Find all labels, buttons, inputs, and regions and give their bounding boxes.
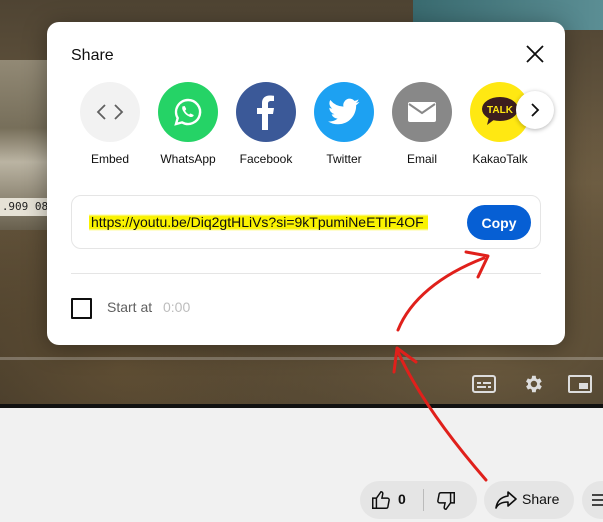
share-target-label: KakaoTalk	[472, 152, 528, 166]
thumbs-up-icon	[372, 491, 390, 509]
embed-circle	[80, 82, 140, 142]
twitter-icon	[328, 98, 360, 125]
whatsapp-icon	[174, 98, 202, 126]
kakaotalk-badge-text: TALK	[487, 105, 514, 116]
miniplayer-button[interactable]	[567, 372, 593, 396]
next-targets-button[interactable]	[516, 91, 554, 129]
twitter-circle	[314, 82, 374, 142]
settings-button[interactable]	[520, 372, 546, 396]
share-url-input[interactable]: https://youtu.be/Diq2gtHLiVs?si=9kTpumiN…	[89, 212, 428, 232]
divider	[71, 273, 541, 274]
like-count: 0	[398, 491, 406, 507]
like-dislike-group: 0	[360, 481, 477, 519]
email-circle	[392, 82, 452, 142]
share-target-twitter[interactable]: Twitter	[309, 82, 379, 166]
whatsapp-circle	[158, 82, 218, 142]
kakaotalk-icon: TALK	[482, 97, 518, 125]
like-button[interactable]	[370, 489, 392, 511]
share-button[interactable]: Share	[484, 481, 574, 519]
email-icon	[408, 102, 436, 122]
share-target-facebook[interactable]: Facebook	[231, 82, 301, 166]
dislike-button[interactable]	[435, 490, 457, 512]
more-actions-button[interactable]	[582, 481, 603, 519]
share-target-label: Twitter	[326, 152, 362, 166]
subtitles-icon	[472, 375, 496, 393]
share-target-whatsapp[interactable]: WhatsApp	[153, 82, 223, 166]
share-icon	[495, 491, 517, 509]
start-at-checkbox[interactable]	[71, 298, 92, 319]
license-plate: .909 08	[0, 198, 50, 216]
chevron-right-icon	[531, 103, 540, 117]
share-dialog: Share Embed WhatsApp Facebook Twitter Em…	[47, 22, 565, 345]
subtitles-button[interactable]	[471, 372, 497, 396]
close-icon	[526, 45, 544, 63]
dialog-title: Share	[71, 47, 114, 64]
pill-divider	[423, 489, 424, 511]
share-target-label: Email	[406, 152, 437, 166]
facebook-icon	[257, 95, 274, 130]
video-bottom-edge	[0, 404, 603, 408]
menu-icon	[592, 494, 603, 506]
start-at-time-input[interactable]: 0:00	[163, 299, 190, 315]
share-button-label: Share	[522, 491, 560, 507]
share-targets: Embed WhatsApp Facebook Twitter Email TA…	[75, 82, 545, 172]
embed-icon	[96, 104, 124, 120]
miniplayer-icon	[568, 375, 592, 393]
share-target-email[interactable]: Email	[387, 82, 457, 166]
copy-button[interactable]: Copy	[467, 205, 531, 240]
share-target-label: WhatsApp	[160, 152, 216, 166]
video-progress-bar[interactable]	[0, 357, 603, 360]
facebook-circle	[236, 82, 296, 142]
thumbs-down-icon	[437, 492, 455, 510]
share-url-box: https://youtu.be/Diq2gtHLiVs?si=9kTpumiN…	[71, 195, 541, 249]
gear-icon	[526, 375, 542, 393]
share-target-embed[interactable]: Embed	[75, 82, 145, 166]
share-target-label: Facebook	[239, 152, 293, 166]
close-button[interactable]	[523, 42, 547, 66]
start-at-label: Start at	[107, 299, 153, 315]
share-target-label: Embed	[90, 152, 130, 166]
